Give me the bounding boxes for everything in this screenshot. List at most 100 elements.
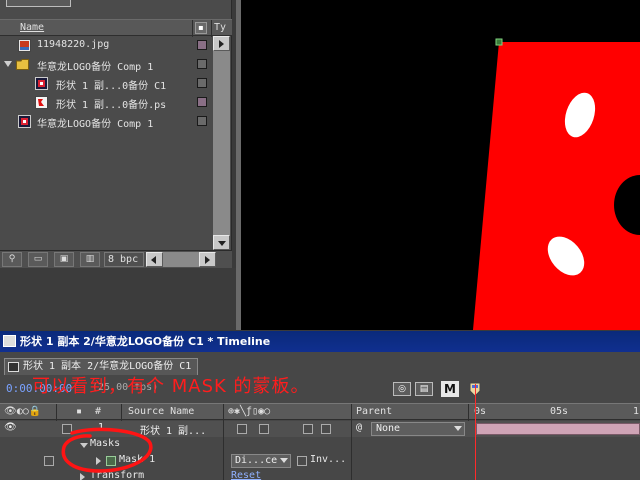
ruler-10s: 1 [633,406,640,417]
panel-gap [0,268,238,330]
draft-3d-button[interactable]: ▤ [415,382,433,396]
mask-mode-value: Di...ce [235,455,278,466]
timeline-window-title: 形状 1 副本 2/华意龙LOGO备份 C1 * Timeline [0,331,640,352]
expand-triangle-icon[interactable] [4,61,12,67]
header-divider [192,20,193,37]
project-column-header: Name ▪ Ty [0,19,232,37]
av-features-icons: 👁◐○🔒 [4,406,42,417]
project-item-name: 形状 1 副...0备份.ps [56,100,167,111]
image-file-icon [18,39,31,52]
timeline-column-header: 👁◐○🔒 ▪ # Source Name ⊕✱╲ƒ▯◉○ Parent 0s 0… [0,403,640,421]
new-folder-button[interactable]: ▭ [28,252,48,267]
header-divider [211,20,212,37]
highlight-circle-annotation [61,427,153,473]
trash-icon: ▥ [85,254,95,264]
chevron-down-icon [280,458,288,463]
find-button[interactable]: ⚲ [2,252,22,267]
mask-inverted-checkbox[interactable] [297,456,307,466]
project-item[interactable]: 形状 1 副...0备份.ps [0,93,213,112]
marker-button[interactable]: M [441,381,459,397]
eye-icon: ◎ [398,384,406,394]
arrow-down-icon [218,241,226,246]
photoshop-file-icon [35,96,48,109]
mask-lock-switch[interactable] [44,456,54,466]
label-swatch[interactable] [197,59,207,69]
label-column-icon: ▪ [76,406,83,417]
motion-blur-switch[interactable] [303,424,313,434]
project-preview-box [6,0,71,7]
name-column-header[interactable]: Name [20,22,44,33]
visibility-eye-icon[interactable]: 👁 [4,422,17,433]
composition-icon [18,115,31,128]
project-item[interactable]: 形状 1 副...0备份 C1 [0,74,213,93]
masked-red-shape[interactable] [241,0,640,330]
project-footer-toolbar: ⚲ ▭ ▣ ▥ 8 bpc [0,250,232,268]
film-icon: ▤ [419,384,429,394]
adjustment-switch[interactable] [321,424,331,434]
arrow-right-icon [205,256,210,264]
scroll-right-button[interactable] [199,252,216,267]
shy-switch[interactable] [237,424,247,434]
after-effects-window: Name ▪ Ty 11948220.jpg 华意龙LOGO备份 Comp 1 [0,0,640,480]
label-swatch[interactable] [197,116,207,126]
header-divider [121,404,122,421]
bit-depth-button[interactable]: 8 bpc [104,252,144,267]
tab-label: 形状 1 副本 2/华意龙LOGO备份 C1 [23,361,192,372]
timeline-icon [3,335,16,347]
live-update-button[interactable]: ◎ [393,382,411,396]
header-divider [56,404,57,421]
composition-viewer[interactable] [241,0,640,330]
scroll-right-button[interactable] [213,36,230,51]
project-item[interactable]: 11948220.jpg [0,36,213,55]
parent-header: Parent [356,406,393,417]
project-item-name: 形状 1 副...0备份 C1 [56,81,167,92]
project-item[interactable]: 华意龙LOGO备份 Comp 1 [0,112,213,131]
project-horizontal-scrollbar[interactable] [146,252,216,267]
delete-button[interactable]: ▥ [80,252,100,267]
arrow-right-icon [219,40,224,48]
reset-link[interactable]: Reset [231,470,261,480]
project-panel: Name ▪ Ty 11948220.jpg 华意龙LOGO备份 Comp 1 [0,0,232,268]
tutorial-annotation: 可以看到，有个 MASK 的蒙板。 [32,376,310,397]
mask-mode-select[interactable]: Di...ce [231,454,291,468]
arrow-left-icon [151,256,156,264]
chevron-down-icon [454,426,462,431]
header-divider [223,404,224,421]
layer-number-header: # [95,406,102,417]
composition-icon [35,77,48,90]
inverted-label: Inv... [310,454,347,465]
folder-icon: ▭ [33,254,43,264]
current-time-indicator[interactable] [475,384,476,480]
project-item-name: 华意龙LOGO备份 Comp 1 [37,62,154,73]
composition-icon [8,362,19,372]
header-divider [468,404,469,421]
parent-pickwhip-icon[interactable]: @ [356,422,362,433]
project-item-name: 11948220.jpg [37,39,110,50]
new-comp-button[interactable]: ▣ [54,252,74,267]
playhead-handle-icon[interactable] [466,381,486,401]
scroll-left-button[interactable] [146,252,163,267]
switches-icons: ⊕✱╲ƒ▯◉○ [228,406,271,417]
folder-icon [16,59,29,70]
label-column-icon[interactable]: ▪ [195,22,207,34]
project-item[interactable]: 华意龙LOGO备份 Comp 1 [0,55,213,74]
project-item-name: 华意龙LOGO备份 Comp 1 [37,119,154,130]
label-swatch[interactable] [197,40,207,50]
composition-icon: ▣ [59,254,69,264]
label-swatch[interactable] [197,97,207,107]
timeline-title-text: 形状 1 副本 2/华意龙LOGO备份 C1 * Timeline [20,335,271,348]
ruler-05s: 05s [550,406,569,417]
parent-select[interactable]: None [371,422,465,436]
column-divider [351,420,352,480]
label-swatch[interactable] [197,78,207,88]
layer-duration-bar[interactable] [476,423,640,435]
binoculars-icon: ⚲ [8,254,16,264]
header-divider [351,404,352,421]
project-vertical-scrollbar[interactable] [213,36,230,250]
column-divider [223,420,224,480]
source-name-header[interactable]: Source Name [128,406,194,417]
parent-value: None [376,423,401,434]
quality-switch[interactable] [259,424,269,434]
type-column-header[interactable]: Ty [214,22,226,33]
scroll-down-button[interactable] [213,235,230,250]
